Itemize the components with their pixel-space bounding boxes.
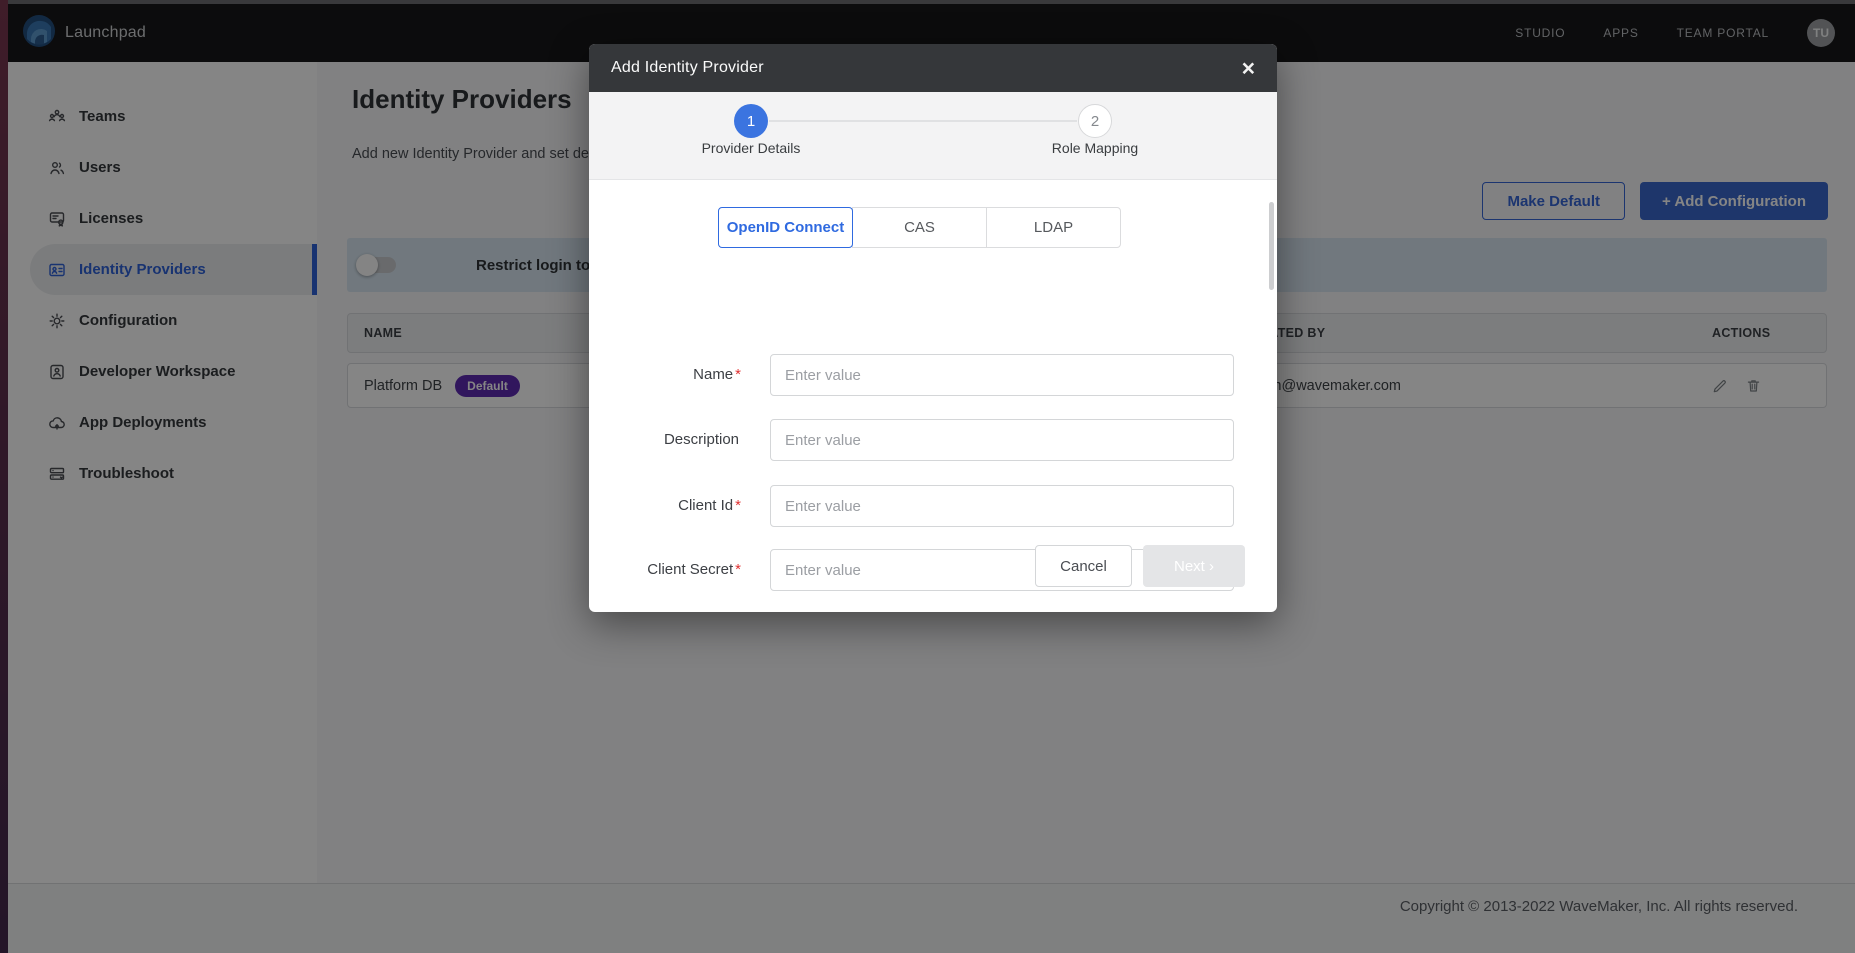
client-id-input[interactable]	[770, 485, 1234, 527]
step-2-label: Role Mapping	[995, 140, 1195, 156]
name-input[interactable]	[770, 354, 1234, 396]
next-button[interactable]: Next ›	[1143, 545, 1245, 587]
step-connector-line	[769, 120, 1077, 122]
modal-header: Add Identity Provider ×	[589, 44, 1277, 92]
step-1-label: Provider Details	[651, 140, 851, 156]
required-asterisk: *	[735, 366, 741, 383]
tab-ldap[interactable]: LDAP	[986, 207, 1121, 248]
description-field-label: Description	[609, 419, 741, 461]
description-input[interactable]	[770, 419, 1234, 461]
step-2-circle[interactable]: 2	[1078, 104, 1112, 138]
modal-title: Add Identity Provider	[611, 59, 764, 77]
close-icon[interactable]: ×	[1242, 57, 1255, 80]
required-asterisk: *	[735, 561, 741, 578]
name-field-label: Name*	[609, 354, 741, 396]
client-id-field-label: Client Id*	[609, 485, 741, 527]
required-asterisk: *	[735, 497, 741, 514]
add-identity-provider-modal: Add Identity Provider × 1 2 Provider Det…	[589, 44, 1277, 612]
scrollbar-thumb[interactable]	[1269, 202, 1274, 290]
tab-cas[interactable]: CAS	[852, 207, 987, 248]
provider-type-tabs: OpenID Connect CAS LDAP	[718, 207, 1121, 248]
step-1-circle[interactable]: 1	[734, 104, 768, 138]
tab-openid-connect[interactable]: OpenID Connect	[718, 207, 853, 248]
wizard-stepper: 1 2 Provider Details Role Mapping	[589, 92, 1277, 180]
client-secret-field-label: Client Secret*	[609, 549, 741, 591]
cancel-button[interactable]: Cancel	[1035, 545, 1132, 587]
